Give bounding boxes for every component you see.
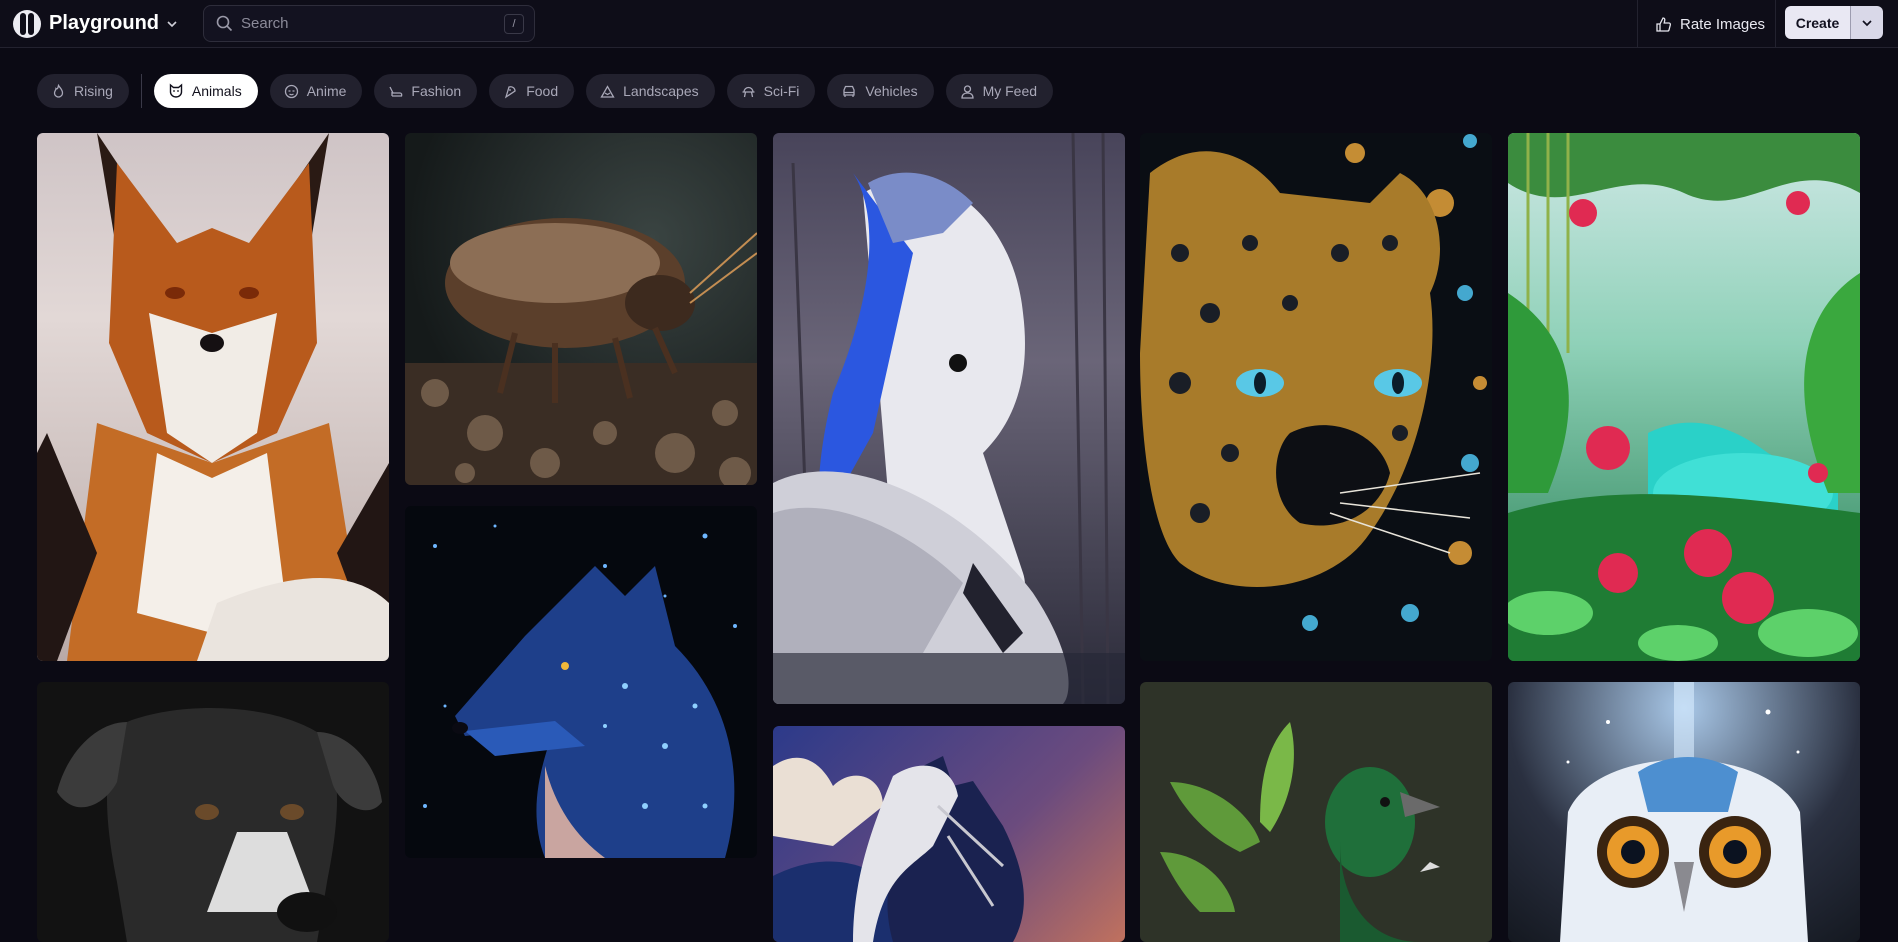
flame-icon bbox=[53, 83, 64, 98]
top-bar: Playground / Rate Images Create bbox=[0, 0, 1898, 48]
owl-illustration bbox=[1560, 682, 1808, 942]
search-box[interactable]: / bbox=[203, 5, 535, 42]
gallery-image-swan[interactable] bbox=[773, 133, 1125, 704]
food-icon bbox=[505, 85, 516, 99]
gallery-image-green-bird[interactable] bbox=[1140, 682, 1492, 942]
chip-label: Landscapes bbox=[623, 83, 699, 99]
swan-illustration bbox=[773, 133, 1125, 704]
anime-face-icon bbox=[284, 84, 298, 98]
user-icon bbox=[960, 84, 974, 99]
rate-images-button[interactable]: Rate Images bbox=[1655, 12, 1765, 36]
chip-vehicles[interactable]: Vehicles bbox=[827, 74, 934, 108]
playground-logo-icon bbox=[13, 9, 41, 38]
chip-label: My Feed bbox=[982, 83, 1038, 99]
category-filter-bar: Rising Animals Anime Fashion Food Landsc… bbox=[37, 74, 1065, 108]
car-icon bbox=[843, 85, 856, 97]
chip-label: Vehicles bbox=[865, 83, 918, 99]
header-divider bbox=[1775, 0, 1776, 48]
chip-my-feed[interactable]: My Feed bbox=[945, 74, 1054, 108]
mountain-icon bbox=[600, 84, 615, 98]
rate-images-label: Rate Images bbox=[1680, 15, 1766, 33]
chip-rising[interactable]: Rising bbox=[37, 74, 129, 108]
wolf-illustration bbox=[423, 524, 737, 858]
chip-food[interactable]: Food bbox=[489, 74, 575, 108]
gallery-image-wolf[interactable] bbox=[405, 506, 757, 858]
cat-face-icon bbox=[169, 83, 183, 98]
green-bird-illustration bbox=[1160, 722, 1440, 942]
beetle-illustration bbox=[405, 218, 757, 485]
app-name: Playground bbox=[49, 12, 160, 34]
header-divider bbox=[1637, 0, 1638, 48]
gallery-image-beetle[interactable] bbox=[405, 133, 757, 485]
chip-label: Fashion bbox=[411, 83, 462, 99]
gallery-image-jeweled-leopard[interactable] bbox=[1140, 133, 1492, 661]
gallery-image-owl[interactable] bbox=[1508, 682, 1860, 942]
fox-illustration bbox=[37, 133, 389, 661]
search-input[interactable] bbox=[241, 15, 491, 32]
chip-landscapes[interactable]: Landscapes bbox=[586, 74, 715, 108]
gallery-image-fox[interactable] bbox=[37, 133, 389, 661]
search-icon bbox=[216, 15, 233, 32]
chip-separator bbox=[140, 74, 142, 108]
dog-illustration bbox=[57, 708, 382, 942]
chip-label: Rising bbox=[74, 83, 113, 99]
chip-label: Anime bbox=[306, 83, 347, 99]
chip-label: Food bbox=[526, 83, 559, 99]
gallery-image-horse[interactable] bbox=[773, 726, 1125, 942]
chip-label: Animals bbox=[191, 83, 242, 99]
chevron-down-icon bbox=[167, 20, 177, 27]
chip-label: Sci-Fi bbox=[763, 83, 800, 99]
chip-animals[interactable]: Animals bbox=[153, 74, 258, 108]
gallery-image-jungle[interactable] bbox=[1508, 133, 1860, 661]
alien-icon bbox=[742, 86, 755, 97]
thumbs-up-icon bbox=[1656, 16, 1672, 32]
chevron-down-icon bbox=[1862, 19, 1872, 26]
chip-anime[interactable]: Anime bbox=[269, 74, 363, 108]
search-shortcut-hint: / bbox=[504, 14, 524, 34]
heel-icon bbox=[389, 86, 403, 97]
chip-sci-fi[interactable]: Sci-Fi bbox=[726, 74, 816, 108]
horse-illustration bbox=[773, 756, 1024, 942]
create-dropdown-button[interactable] bbox=[1851, 6, 1883, 39]
jungle-illustration bbox=[1508, 133, 1860, 661]
app-switcher[interactable]: Playground bbox=[13, 9, 177, 38]
create-button[interactable]: Create bbox=[1785, 6, 1851, 39]
chip-fashion[interactable]: Fashion bbox=[374, 74, 478, 108]
leopard-illustration bbox=[1140, 134, 1487, 631]
gallery-image-dog[interactable] bbox=[37, 682, 389, 942]
create-button-group: Create bbox=[1785, 6, 1883, 39]
